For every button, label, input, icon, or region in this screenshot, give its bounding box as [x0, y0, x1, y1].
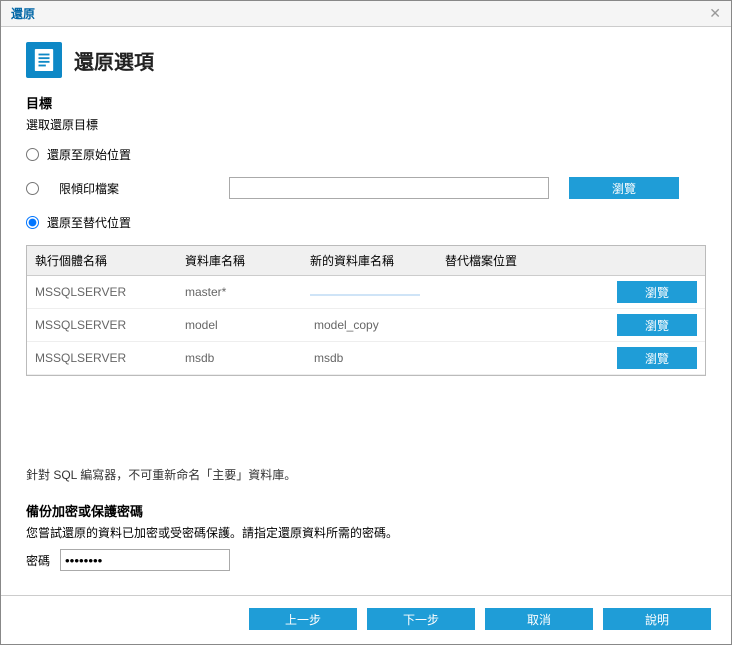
cell-instance: MSSQLSERVER	[35, 285, 185, 299]
table-header: 執行個體名稱 資料庫名稱 新的資料庫名稱 替代檔案位置	[27, 246, 705, 276]
dialog-footer: 上一步 下一步 取消 說明	[1, 595, 731, 644]
password-section: 備份加密或保護密碼 您嘗試還原的資料已加密或受密碼保護。請指定還原資料所需的密碼…	[26, 501, 706, 571]
dialog-content: 還原選項 目標 選取還原目標 還原至原始位置 限傾印檔案 瀏覽 還原至替代位置 …	[1, 27, 731, 595]
password-input[interactable]	[60, 549, 230, 571]
document-icon	[26, 42, 62, 78]
titlebar: 還原 ✕	[1, 1, 731, 27]
table-row: MSSQLSERVERmodelmodel_copy 瀏覽	[27, 309, 705, 342]
radio-alternate-label[interactable]: 還原至替代位置	[47, 214, 131, 231]
cell-database: master*	[185, 285, 310, 299]
radio-alternate-row: 還原至替代位置	[26, 211, 706, 233]
radio-original-row: 還原至原始位置	[26, 143, 706, 165]
th-newdb: 新的資料庫名稱	[310, 252, 445, 269]
th-database: 資料庫名稱	[185, 252, 310, 269]
row-browse-button[interactable]: 瀏覽	[617, 281, 697, 303]
restore-dialog: 還原 ✕ 還原選項 目標 選取還原目標 還原至原始位置 限傾印檔案	[0, 0, 732, 645]
th-action	[565, 252, 697, 269]
cancel-button[interactable]: 取消	[485, 608, 593, 630]
cell-newdb[interactable]: msdb	[310, 350, 445, 366]
password-label: 密碼	[26, 552, 50, 569]
cell-instance: MSSQLSERVER	[35, 318, 185, 332]
cell-newdb[interactable]: model_copy	[310, 317, 445, 333]
cell-instance: MSSQLSERVER	[35, 351, 185, 365]
close-icon[interactable]: ✕	[709, 5, 721, 22]
radio-dump[interactable]	[26, 182, 39, 195]
th-instance: 執行個體名稱	[35, 252, 185, 269]
radio-original-label[interactable]: 還原至原始位置	[47, 146, 131, 163]
table-row: MSSQLSERVERmaster* 瀏覽	[27, 276, 705, 309]
row-browse-button[interactable]: 瀏覽	[617, 314, 697, 336]
cell-database: model	[185, 318, 310, 332]
radio-original[interactable]	[26, 148, 39, 161]
dialog-title: 還原	[11, 5, 35, 22]
radio-dump-label[interactable]: 限傾印檔案	[59, 180, 149, 197]
table-body: MSSQLSERVERmaster*瀏覽MSSQLSERVERmodelmode…	[27, 276, 705, 375]
target-label: 目標	[26, 93, 706, 112]
row-browse-button[interactable]: 瀏覽	[617, 347, 697, 369]
password-title: 備份加密或保護密碼	[26, 501, 706, 520]
header-row: 還原選項	[26, 42, 706, 78]
cell-database: msdb	[185, 351, 310, 365]
radio-alternate[interactable]	[26, 216, 39, 229]
radio-dump-row: 限傾印檔案 瀏覽	[26, 177, 706, 199]
prev-button[interactable]: 上一步	[249, 608, 357, 630]
table-row: MSSQLSERVERmsdbmsdb瀏覽	[27, 342, 705, 375]
cell-newdb[interactable]	[310, 285, 445, 299]
target-subtitle: 選取還原目標	[26, 116, 706, 133]
help-button[interactable]: 說明	[603, 608, 711, 630]
dump-path-input[interactable]	[229, 177, 549, 199]
password-desc: 您嘗試還原的資料已加密或受密碼保護。請指定還原資料所需的密碼。	[26, 524, 706, 541]
browse-button[interactable]: 瀏覽	[569, 177, 679, 199]
password-row: 密碼	[26, 549, 706, 571]
next-button[interactable]: 下一步	[367, 608, 475, 630]
alternate-table: 執行個體名稱 資料庫名稱 新的資料庫名稱 替代檔案位置 MSSQLSERVERm…	[26, 245, 706, 376]
th-altfile: 替代檔案位置	[445, 252, 565, 269]
page-title: 還原選項	[74, 46, 154, 75]
sql-note: 針對 SQL 編寫器，不可重新命名「主要」資料庫。	[26, 466, 706, 483]
